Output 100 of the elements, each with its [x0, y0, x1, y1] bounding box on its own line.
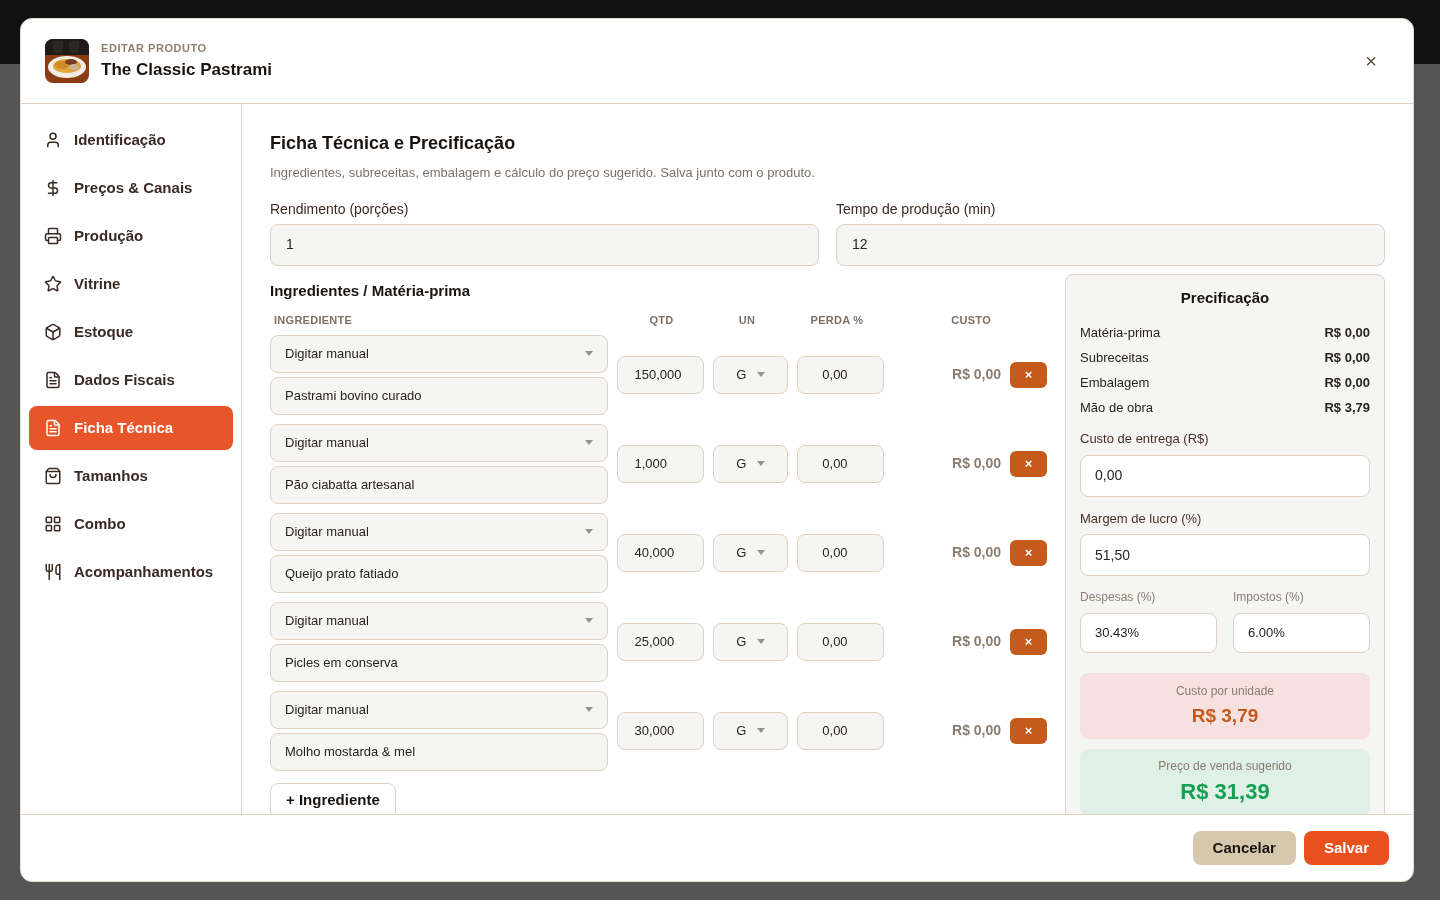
close-button[interactable]: × [1357, 46, 1385, 76]
sidebar-item[interactable]: Preços & Canais [29, 166, 233, 210]
sidebar-item[interactable]: Estoque [29, 310, 233, 354]
column-header: INGREDIENTE [273, 313, 354, 328]
unit-select[interactable]: G [713, 533, 789, 572]
sidebar-item[interactable]: Vitrine [29, 262, 233, 306]
cost-value: R$ 0,00 [951, 721, 1002, 740]
source-select[interactable]: Digitar manual [270, 690, 609, 729]
ingredients-title: Ingredientes / Matéria-prima [270, 280, 472, 301]
caret-icon [757, 372, 766, 377]
caret-icon [585, 529, 594, 534]
quantity-field[interactable]: 1,000 [617, 444, 705, 483]
caret-icon [585, 618, 594, 623]
document-icon [44, 371, 62, 389]
cost-line-label: Matéria-prima [1080, 324, 1161, 342]
caret-icon [757, 461, 766, 466]
star-icon [44, 275, 62, 293]
unit-select[interactable]: G [713, 355, 789, 394]
cost-line-label: Subreceitas [1080, 349, 1149, 367]
sidebar-item[interactable]: Ficha Técnica [29, 406, 233, 450]
cost-value: R$ 0,00 [951, 543, 1002, 562]
number-field[interactable]: 51,50 [1080, 534, 1370, 576]
grid-icon [44, 515, 62, 533]
field-label: Tempo de produção (min) [836, 199, 997, 219]
caret-icon [757, 728, 766, 733]
sidebar-item[interactable]: Produção [29, 214, 233, 258]
remove-button[interactable]: × [1010, 717, 1047, 744]
add-ingredient-button[interactable]: + Ingrediente [270, 782, 396, 814]
remove-button[interactable]: × [1010, 361, 1047, 388]
sidebar-item[interactable]: Tamanhos [29, 454, 233, 498]
cost-line-value: R$ 0,00 [1324, 324, 1370, 342]
save-button[interactable]: Salvar [1303, 831, 1389, 865]
field-label: Impostos (%) [1233, 589, 1305, 606]
product-title: The Classic Pastrami [101, 58, 273, 81]
remove-button[interactable]: × [1010, 539, 1047, 566]
section-subtitle: Ingredientes, subreceitas, embalagem e cálculo do preço sugerido. Salva junto com o produto. [270, 164, 816, 182]
cost-value: R$ 0,00 [951, 365, 1002, 384]
field-label: Margem de lucro (%) [1080, 509, 1203, 528]
cost-value: R$ 0,00 [951, 632, 1002, 651]
loss-field[interactable]: 0,00 [797, 355, 885, 394]
pricing-title: Precificação [1179, 287, 1271, 308]
cost-line-value: R$ 0,00 [1324, 374, 1370, 392]
column-header: PERDA % [809, 313, 865, 328]
suggested-price-value: R$ 31,39 [1180, 778, 1270, 806]
unit-select[interactable]: G [713, 622, 789, 661]
caret-icon [757, 550, 766, 555]
remove-button[interactable]: × [1010, 450, 1047, 477]
ingredient-name-field[interactable]: Picles em conserva [270, 643, 609, 682]
sidebar-item[interactable]: Combo [29, 502, 233, 546]
utensils-icon [44, 563, 62, 581]
ingredient-name-field[interactable]: Queijo prato fatiado [270, 554, 609, 593]
document-icon [44, 419, 62, 437]
number-field[interactable]: 0,00 [1080, 454, 1370, 497]
section-title: Ficha Técnica e Precificação [270, 132, 517, 155]
loss-field[interactable]: 0,00 [797, 444, 885, 483]
suggested-price-label: Preço de venda sugerido [1158, 758, 1292, 775]
unit-cost-value: R$ 3,79 [1191, 703, 1259, 728]
caret-icon [757, 639, 766, 644]
column-header: CUSTO [950, 313, 992, 328]
column-header: QTD [648, 313, 675, 328]
source-select[interactable]: Digitar manual [270, 512, 609, 551]
caret-icon [585, 351, 594, 356]
quantity-field[interactable]: 30,000 [617, 711, 705, 750]
quantity-field[interactable]: 25,000 [617, 622, 705, 661]
source-select[interactable]: Digitar manual [270, 601, 609, 640]
loss-field[interactable]: 0,00 [797, 533, 885, 572]
number-field[interactable]: 1 [270, 223, 819, 266]
printer-icon [44, 227, 62, 245]
sidebar-item[interactable]: Dados Fiscais [29, 358, 233, 402]
unit-select[interactable]: G [713, 711, 789, 750]
ingredient-name-field[interactable]: Pão ciabatta artesanal [270, 465, 609, 504]
percent-field[interactable]: 30.43% [1080, 613, 1217, 653]
sidebar-item[interactable]: Acompanhamentos [29, 550, 233, 594]
field-label: Rendimento (porções) [270, 199, 410, 219]
number-field[interactable]: 12 [836, 223, 1385, 266]
cost-line-label: Mão de obra [1080, 399, 1153, 417]
loss-field[interactable]: 0,00 [797, 622, 885, 661]
eyebrow-label: EDITAR PRODUTO [101, 41, 208, 56]
caret-icon [585, 707, 594, 712]
unit-select[interactable]: G [713, 444, 789, 483]
field-label: Despesas (%) [1080, 589, 1157, 606]
cost-line-label: Embalagem [1080, 374, 1150, 392]
loss-field[interactable]: 0,00 [797, 711, 885, 750]
percent-field[interactable]: 6.00% [1233, 613, 1370, 653]
quantity-field[interactable]: 40,000 [617, 533, 705, 572]
box-icon [44, 323, 62, 341]
bag-icon [44, 467, 62, 485]
cost-line-value: R$ 0,00 [1324, 349, 1370, 367]
source-select[interactable]: Digitar manual [270, 423, 609, 462]
unit-cost-label: Custo por unidade [1175, 682, 1275, 700]
caret-icon [585, 440, 594, 445]
quantity-field[interactable]: 150,000 [617, 355, 705, 394]
cost-line-value: R$ 3,79 [1324, 399, 1370, 417]
sidebar-item[interactable]: Identificação [29, 118, 233, 162]
ingredient-name-field[interactable]: Pastrami bovino curado [270, 376, 609, 415]
source-select[interactable]: Digitar manual [270, 334, 609, 373]
remove-button[interactable]: × [1010, 628, 1047, 655]
column-header: UN [737, 313, 757, 328]
ingredient-name-field[interactable]: Molho mostarda & mel [270, 732, 609, 771]
cancel-button[interactable]: Cancelar [1192, 831, 1296, 865]
